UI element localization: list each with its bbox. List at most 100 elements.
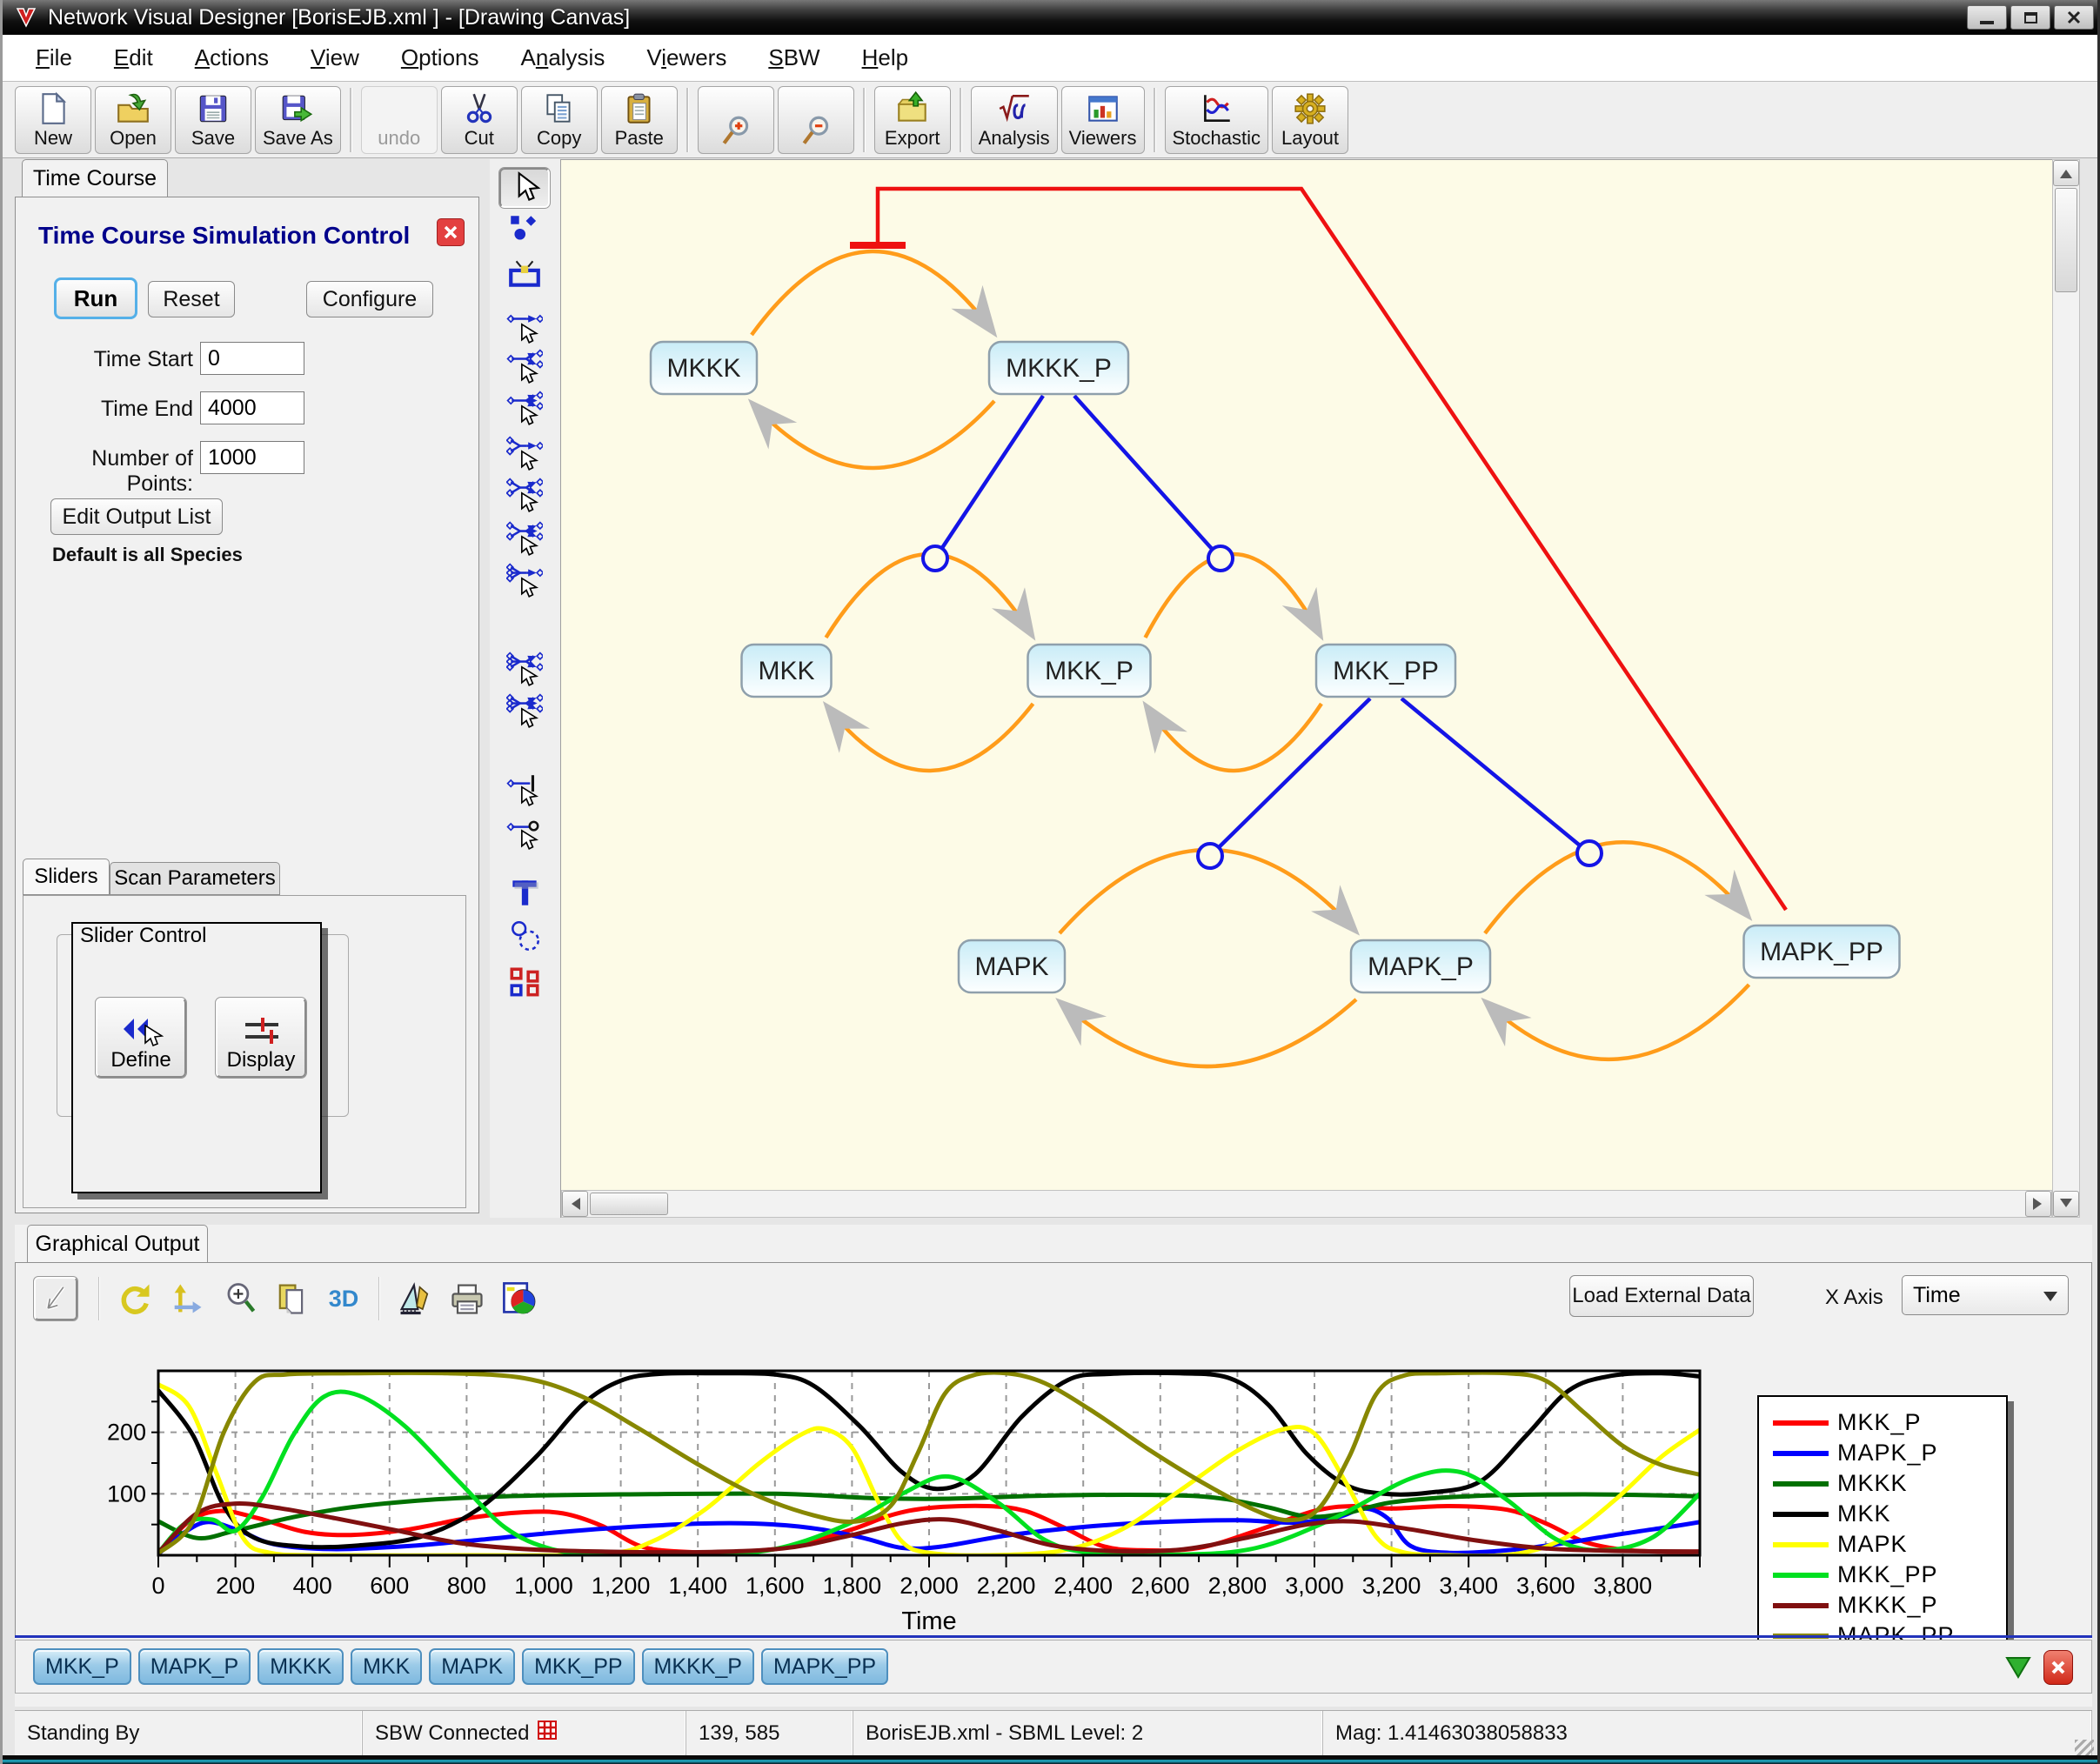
toolbar-button-copy[interactable]: Copy: [520, 85, 598, 154]
menu-options[interactable]: Options: [380, 39, 500, 77]
toolbar-button-zoom-in-icon[interactable]: [697, 85, 774, 154]
reaction-tri-bi-tool[interactable]: [499, 650, 550, 690]
display-sliders-button[interactable]: Display: [215, 997, 307, 1079]
scroll-left-button[interactable]: [562, 1191, 588, 1217]
reaction-forward-MKK_P-MKK_PP[interactable]: [1143, 551, 1324, 641]
reaction-reverse-MAPK-MAPK_P[interactable]: [1055, 998, 1358, 1069]
time-end-input[interactable]: [200, 391, 304, 424]
toolbar-button-paste[interactable]: Paste: [600, 85, 678, 154]
panel-close-icon[interactable]: [437, 218, 465, 246]
reaction-forward-MAPK_P-MAPK_PP[interactable]: [1483, 839, 1753, 935]
edit-graph-button[interactable]: [393, 1277, 437, 1320]
reaction-bi-tri-tool[interactable]: [499, 519, 550, 559]
toolbar-button-open[interactable]: Open: [95, 85, 171, 154]
reaction-uni-tri-tool[interactable]: [499, 389, 550, 429]
drawing-canvas[interactable]: MKKK MKKK_P MKK MKK_P MKK_PP MAPK MAPK_P MAPK_P…: [561, 159, 2052, 1190]
select-tool[interactable]: [498, 167, 551, 209]
minimize-button[interactable]: [1967, 5, 2007, 30]
close-button[interactable]: [2054, 5, 2094, 30]
toolbar-button-export[interactable]: Export: [873, 85, 951, 154]
chart-options-button[interactable]: [498, 1277, 541, 1320]
species-button-MKK[interactable]: MKK: [351, 1648, 423, 1685]
reaction-reverse-MAPK_P-MAPK_PP[interactable]: [1481, 983, 1751, 1062]
activation-tool[interactable]: [499, 813, 550, 853]
menu-help[interactable]: Help: [841, 39, 929, 77]
species-tool[interactable]: [499, 210, 550, 250]
tab-time-course[interactable]: Time Course: [22, 159, 168, 197]
species-button-MAPK_P[interactable]: MAPK_P: [137, 1648, 251, 1685]
species-button-MKKK[interactable]: MKKK: [257, 1648, 344, 1685]
node-MKK[interactable]: MKK: [740, 643, 833, 698]
species-button-MAPK[interactable]: MAPK: [429, 1648, 516, 1685]
scroll-down-button[interactable]: [2053, 1191, 2079, 1217]
reaction-uni-uni-tool[interactable]: [499, 307, 550, 347]
reaction-reverse-MKK_P-MKK_PP[interactable]: [1142, 700, 1323, 773]
reaction-reverse-MKK-MKK_P[interactable]: [822, 700, 1035, 773]
toolbar-button-analysis[interactable]: Analysis: [970, 85, 1058, 154]
reaction-tri-tri-tool[interactable]: [499, 692, 550, 732]
toolbar-button-save-as[interactable]: Save As: [255, 85, 341, 154]
toolbar-button-zoom-out-icon[interactable]: [777, 85, 854, 154]
node-MKKK_P[interactable]: MKKK_P: [987, 340, 1130, 396]
catalysis-circle[interactable]: [921, 545, 949, 572]
horizontal-scroll-thumb[interactable]: [590, 1193, 668, 1215]
time-start-input[interactable]: [200, 342, 304, 375]
scroll-up-button[interactable]: [2053, 160, 2079, 186]
print-graph-button[interactable]: [445, 1277, 489, 1320]
pan-axes-button[interactable]: [165, 1277, 209, 1320]
catalysis-edge-MKKK_P[interactable]: [1073, 394, 1222, 560]
tab-scan-parameters[interactable]: Scan Parameters: [110, 862, 280, 895]
vertical-scroll-thumb[interactable]: [2055, 188, 2077, 292]
circles-tool[interactable]: [499, 916, 550, 956]
menu-viewers[interactable]: Viewers: [625, 39, 747, 77]
reaction-forward-MKKK-MKKK_P[interactable]: [750, 249, 998, 338]
maximize-button[interactable]: [2010, 5, 2050, 30]
node-MKK_P[interactable]: MKK_P: [1027, 643, 1152, 698]
menu-view[interactable]: View: [290, 39, 380, 77]
canvas-horizontal-scrollbar[interactable]: [561, 1190, 2052, 1218]
load-external-data-button[interactable]: Load External Data: [1569, 1275, 1754, 1317]
alignment-tool[interactable]: [499, 963, 550, 1003]
menu-edit[interactable]: Edit: [93, 39, 174, 77]
inhibition-edge-MAPK_PP[interactable]: [875, 186, 1788, 912]
node-MKKK[interactable]: MKKK: [649, 340, 759, 396]
menu-analysis[interactable]: Analysis: [500, 39, 626, 77]
canvas-vertical-scrollbar[interactable]: [2052, 159, 2080, 1218]
scroll-right-button[interactable]: [2025, 1191, 2051, 1217]
x-axis-select[interactable]: Time: [1902, 1275, 2069, 1315]
text-tool[interactable]: [499, 872, 550, 912]
species-button-MKKK_P[interactable]: MKKK_P: [641, 1648, 754, 1685]
num-points-input[interactable]: [200, 441, 304, 474]
toolbar-button-viewers[interactable]: Viewers: [1060, 85, 1145, 154]
collapse-triangle-icon[interactable]: [2005, 1656, 2031, 1679]
tab-sliders[interactable]: Sliders: [23, 859, 110, 895]
pointer-tool-button[interactable]: [33, 1276, 78, 1321]
catalysis-edge-MKKK_P[interactable]: [933, 394, 1045, 560]
compartment-tool[interactable]: [499, 253, 550, 293]
reaction-uni-bi-tool[interactable]: [499, 347, 550, 387]
copy-graph-button[interactable]: [270, 1277, 313, 1320]
define-sliders-button[interactable]: Define: [95, 997, 187, 1079]
catalysis-circle[interactable]: [1575, 839, 1603, 867]
catalysis-circle[interactable]: [1196, 842, 1224, 870]
edit-output-list-button[interactable]: Edit Output List: [50, 498, 223, 535]
run-button[interactable]: Run: [54, 277, 137, 319]
toolbar-button-new[interactable]: New: [15, 85, 91, 154]
zoom-graph-button[interactable]: [217, 1277, 261, 1320]
reaction-tri-uni-tool[interactable]: [499, 561, 550, 601]
menu-file[interactable]: File: [15, 39, 93, 77]
node-MAPK[interactable]: MAPK: [957, 939, 1067, 994]
inhibition-tool[interactable]: [499, 770, 550, 810]
three-d-button[interactable]: 3D: [322, 1277, 365, 1320]
tab-graphical-output[interactable]: Graphical Output: [27, 1225, 208, 1263]
refresh-button[interactable]: [113, 1277, 157, 1320]
menu-actions[interactable]: Actions: [174, 39, 290, 77]
species-button-MAPK_PP[interactable]: MAPK_PP: [760, 1648, 889, 1685]
catalysis-edge-MKK_PP[interactable]: [1400, 697, 1591, 855]
menu-sbw[interactable]: SBW: [747, 39, 840, 77]
toolbar-button-save[interactable]: Save: [175, 85, 251, 154]
species-button-MKK_P[interactable]: MKK_P: [33, 1648, 131, 1685]
catalysis-edge-MKK_PP[interactable]: [1208, 697, 1372, 858]
reset-button[interactable]: Reset: [148, 281, 235, 317]
toolbar-button-cut[interactable]: Cut: [440, 85, 518, 154]
